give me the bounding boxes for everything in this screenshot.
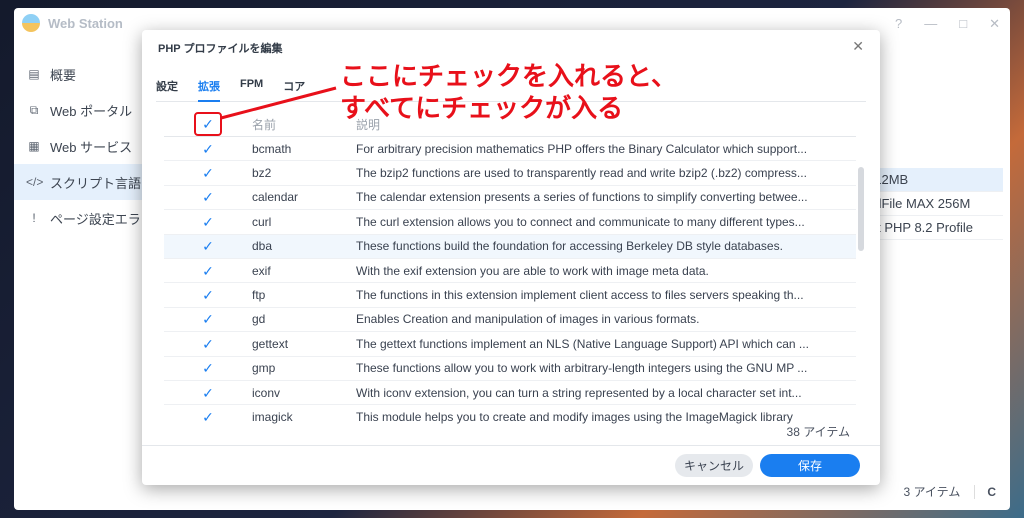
- annotation-line-1: ここにチェックを入れると、: [340, 60, 677, 92]
- annotation-line-2: すべてにチェックが入る: [340, 92, 677, 124]
- modal-overlay: PHP プロファイルを編集 ✕ 設定拡張FPMコア ✓ 名前 説明 ✓bcmat…: [0, 0, 1024, 518]
- annotation-text: ここにチェックを入れると、 すべてにチェックが入る: [340, 60, 677, 124]
